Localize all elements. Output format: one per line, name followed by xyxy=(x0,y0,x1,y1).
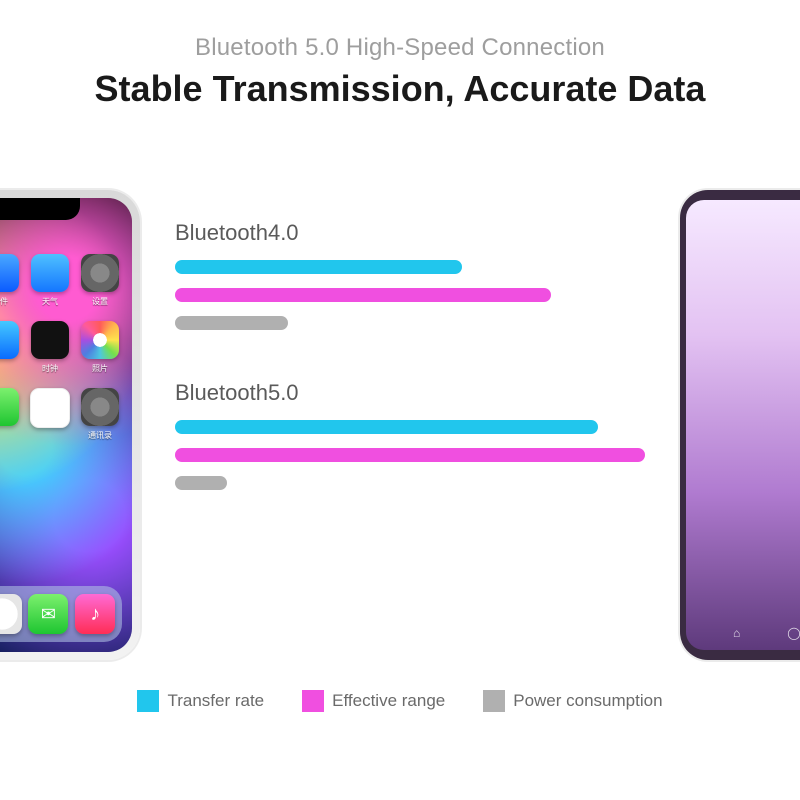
safari-icon xyxy=(0,594,22,634)
phone-left-illustration: 相机 邮件 天气 设置 视频 时钟 照片 健康 通讯录 xyxy=(0,190,140,660)
legend-label: Power consumption xyxy=(513,691,662,711)
app-label: 天气 xyxy=(42,296,58,307)
legend-swatch-icon xyxy=(302,690,324,712)
bar-transfer xyxy=(175,420,598,434)
bar-transfer xyxy=(175,260,462,274)
legend-item-transfer: Transfer rate xyxy=(137,690,264,712)
legend-swatch-icon xyxy=(483,690,505,712)
music-icon xyxy=(75,594,115,634)
notch-icon xyxy=(0,198,80,220)
clock-icon xyxy=(31,321,69,359)
page-title: Stable Transmission, Accurate Data xyxy=(0,68,800,110)
legend-item-power: Power consumption xyxy=(483,690,662,712)
messages-icon xyxy=(28,594,68,634)
calendar-icon xyxy=(30,388,70,428)
contacts-icon xyxy=(81,388,119,426)
app-label: 设置 xyxy=(92,296,108,307)
bar-power xyxy=(175,316,288,330)
mail-icon xyxy=(0,254,19,292)
legend-swatch-icon xyxy=(137,690,159,712)
comparison-chart: Bluetooth4.0 Bluetooth5.0 xyxy=(175,220,645,540)
facetime-icon xyxy=(0,388,19,426)
phone-right-illustration: ▮▮▲ ⌂◯◁ xyxy=(680,190,800,660)
photos-icon xyxy=(81,321,119,359)
chart-group-bt50: Bluetooth5.0 xyxy=(175,380,645,490)
bar-power xyxy=(175,476,227,490)
legend-label: Effective range xyxy=(332,691,445,711)
status-bar: ▮▮▲ xyxy=(686,204,800,220)
app-label: 照片 xyxy=(92,363,108,374)
group-label: Bluetooth5.0 xyxy=(175,380,645,406)
nav-bar: ⌂◯◁ xyxy=(686,626,800,646)
group-label: Bluetooth4.0 xyxy=(175,220,645,246)
bar-range xyxy=(175,448,645,462)
settings-icon xyxy=(81,254,119,292)
bar-range xyxy=(175,288,551,302)
dock xyxy=(0,586,122,642)
weather-icon xyxy=(31,254,69,292)
chart-group-bt40: Bluetooth4.0 xyxy=(175,220,645,330)
app-label: 时钟 xyxy=(42,363,58,374)
appstore-icon xyxy=(0,321,19,359)
app-label: 邮件 xyxy=(0,296,8,307)
legend: Transfer rate Effective range Power cons… xyxy=(0,690,800,712)
legend-label: Transfer rate xyxy=(167,691,264,711)
legend-item-range: Effective range xyxy=(302,690,445,712)
page-subtitle: Bluetooth 5.0 High-Speed Connection xyxy=(0,34,800,62)
app-label: 通讯录 xyxy=(88,430,112,441)
